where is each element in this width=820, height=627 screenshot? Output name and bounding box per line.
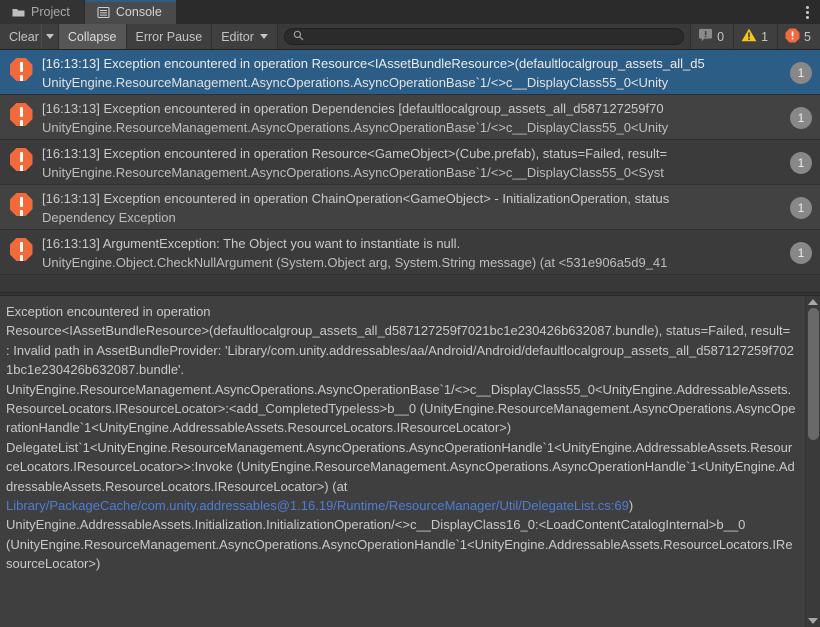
log-entry-row[interactable]: [16:13:13] Exception encountered in oper… <box>0 50 820 95</box>
error-icon <box>0 99 42 126</box>
log-entry-line2: UnityEngine.Object.CheckNullArgument (Sy… <box>42 255 668 270</box>
warning-counter[interactable]: 1 <box>733 24 778 49</box>
log-detail-part1: Exception encountered in operation Resou… <box>6 304 796 494</box>
log-entry-count-badge: 1 <box>790 152 812 174</box>
log-entry-line1: [16:13:13] Exception encountered in oper… <box>42 146 668 161</box>
error-icon <box>785 28 800 46</box>
log-entry-line1: [16:13:13] ArgumentException: The Object… <box>42 236 461 251</box>
collapse-toggle[interactable]: Collapse <box>58 24 127 49</box>
log-entry-text: [16:13:13] Exception encountered in oper… <box>42 189 820 227</box>
chevron-down-icon <box>259 34 268 39</box>
log-detail-text[interactable]: Exception encountered in operation Resou… <box>0 296 805 627</box>
tab-bar-spacer <box>176 0 794 24</box>
folder-icon <box>12 6 25 19</box>
log-entry-row[interactable]: [16:13:13] Exception encountered in oper… <box>0 185 820 230</box>
log-entry-text: [16:13:13] Exception encountered in oper… <box>42 144 820 182</box>
log-entry-line1: [16:13:13] Exception encountered in oper… <box>42 191 670 206</box>
log-entry-count-badge: 1 <box>790 197 812 219</box>
log-entry-line1: [16:13:13] Exception encountered in oper… <box>42 56 705 71</box>
collapse-toggle-label: Collapse <box>67 29 117 44</box>
log-entry-list[interactable]: [16:13:13] Exception encountered in oper… <box>0 50 820 292</box>
log-entry-text: [16:13:13] Exception encountered in oper… <box>42 99 820 137</box>
clear-dropdown-button[interactable] <box>40 24 59 49</box>
console-icon <box>97 6 110 19</box>
console-toolbar: Clear Collapse Error Pause Editor 0 1 5 <box>0 24 820 50</box>
kebab-menu-icon[interactable] <box>794 0 820 24</box>
log-entry-count-badge: 1 <box>790 242 812 264</box>
search-input[interactable] <box>308 30 676 43</box>
info-counter[interactable]: 0 <box>690 24 734 49</box>
log-entry-line2: UnityEngine.ResourceManagement.AsyncOper… <box>42 120 669 135</box>
unity-console-window: Project Console Clear Collapse Error Pau… <box>0 0 820 627</box>
tab-console[interactable]: Console <box>84 0 177 24</box>
log-entry-line2: Dependency Exception <box>42 210 176 225</box>
log-detail-panel: Exception encountered in operation Resou… <box>0 296 820 627</box>
log-entry-text: [16:13:13] Exception encountered in oper… <box>42 54 820 92</box>
log-counters: 0 1 5 <box>690 24 820 49</box>
window-tab-bar: Project Console <box>0 0 820 24</box>
error-count: 5 <box>804 29 811 44</box>
tab-project[interactable]: Project <box>0 0 85 24</box>
error-counter[interactable]: 5 <box>777 24 820 49</box>
tab-console-label: Console <box>115 5 162 19</box>
clear-button-label: Clear <box>9 29 39 44</box>
stack-trace-link[interactable]: Library/PackageCache/com.unity.addressab… <box>6 498 629 513</box>
log-entry-line2: UnityEngine.ResourceManagement.AsyncOper… <box>42 165 664 180</box>
log-entry-line2: UnityEngine.ResourceManagement.AsyncOper… <box>42 75 669 90</box>
scrollbar-track[interactable] <box>807 308 819 615</box>
editor-dropdown-label: Editor <box>221 29 254 44</box>
detail-vertical-scrollbar[interactable] <box>805 296 820 627</box>
log-entry-row[interactable]: [16:13:13] Exception encountered in oper… <box>0 140 820 185</box>
scroll-up-arrow-icon[interactable] <box>808 299 818 305</box>
log-entry-row[interactable]: [16:13:13] ArgumentException: The Object… <box>0 230 820 275</box>
clear-button[interactable]: Clear <box>0 24 41 49</box>
scroll-down-arrow-icon[interactable] <box>808 618 818 624</box>
editor-dropdown[interactable]: Editor <box>212 24 278 49</box>
log-entry-text: [16:13:13] ArgumentException: The Object… <box>42 234 820 272</box>
warning-count: 1 <box>761 29 769 44</box>
search-container <box>277 24 691 49</box>
error-icon <box>0 144 42 171</box>
tab-project-label: Project <box>31 5 70 19</box>
log-entry-line1: [16:13:13] Exception encountered in oper… <box>42 101 664 116</box>
info-count: 0 <box>717 29 725 44</box>
error-icon <box>0 54 42 81</box>
error-icon <box>0 189 42 216</box>
log-entry-row[interactable]: [16:13:13] Exception encountered in oper… <box>0 95 820 140</box>
error-pause-label: Error Pause <box>135 29 203 44</box>
warning-icon <box>741 28 757 45</box>
error-icon <box>0 234 42 261</box>
chevron-down-icon <box>45 34 54 39</box>
error-pause-toggle[interactable]: Error Pause <box>126 24 213 49</box>
scrollbar-thumb[interactable] <box>807 308 819 440</box>
search-icon <box>293 28 304 46</box>
search-box[interactable] <box>283 28 685 46</box>
log-entry-count-badge: 1 <box>790 107 812 129</box>
info-icon <box>698 28 713 46</box>
log-entry-count-badge: 1 <box>790 62 812 84</box>
